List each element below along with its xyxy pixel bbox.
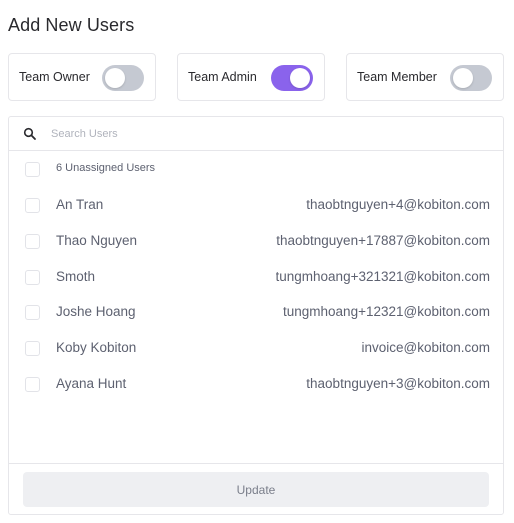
user-row[interactable]: An Tran thaobtnguyen+4@kobiton.com [9,188,503,224]
user-name: Ayana Hunt [56,376,127,391]
team-admin-toggle[interactable] [271,65,313,91]
role-card-team-owner: Team Owner [8,53,156,101]
user-name: Smoth [56,269,96,284]
user-checkbox[interactable] [25,270,40,285]
team-member-toggle[interactable] [450,65,492,91]
toggle-knob [453,68,473,88]
role-label-team-admin: Team Admin [188,70,257,84]
user-row[interactable]: Thao Nguyen thaobtnguyen+17887@kobiton.c… [9,224,503,260]
user-email: invoice@kobiton.com [361,340,490,355]
select-all-row: 6 Unassigned Users [9,151,503,187]
role-label-team-owner: Team Owner [19,70,90,84]
user-checkbox[interactable] [25,305,40,320]
search-input[interactable] [51,124,481,144]
search-icon [23,127,36,140]
user-checkbox[interactable] [25,198,40,213]
role-label-team-member: Team Member [357,70,437,84]
update-button[interactable]: Update [23,472,489,507]
user-row[interactable]: Joshe Hoang tungmhoang+12321@kobiton.com [9,295,503,331]
toggle-knob [105,68,125,88]
team-owner-toggle[interactable] [102,65,144,91]
user-email: tungmhoang+321321@kobiton.com [275,269,490,284]
user-email: thaobtnguyen+4@kobiton.com [306,197,490,212]
user-checkbox[interactable] [25,341,40,356]
user-email: thaobtnguyen+17887@kobiton.com [276,233,490,248]
user-row[interactable]: Smoth tungmhoang+321321@kobiton.com [9,260,503,296]
user-checkbox[interactable] [25,377,40,392]
select-all-checkbox[interactable] [25,162,40,177]
user-name: Thao Nguyen [56,233,138,248]
user-name: Joshe Hoang [56,304,136,319]
user-name: Koby Kobiton [56,340,137,355]
page-title: Add New Users [8,15,135,35]
user-name: An Tran [56,197,104,212]
search-bar [9,117,503,151]
unassigned-count-label: 6 Unassigned Users [56,162,156,174]
role-card-team-member: Team Member [346,53,504,101]
users-panel: 6 Unassigned Users An Tran thaobtnguyen+… [8,116,504,515]
user-checkbox[interactable] [25,234,40,249]
user-email: tungmhoang+12321@kobiton.com [283,304,490,319]
role-card-team-admin: Team Admin [177,53,325,101]
toggle-knob [290,68,310,88]
user-email: thaobtnguyen+3@kobiton.com [306,376,490,391]
user-row[interactable]: Koby Kobiton invoice@kobiton.com [9,331,503,367]
user-row[interactable]: Ayana Hunt thaobtnguyen+3@kobiton.com [9,367,503,403]
panel-footer: Update [9,463,503,515]
